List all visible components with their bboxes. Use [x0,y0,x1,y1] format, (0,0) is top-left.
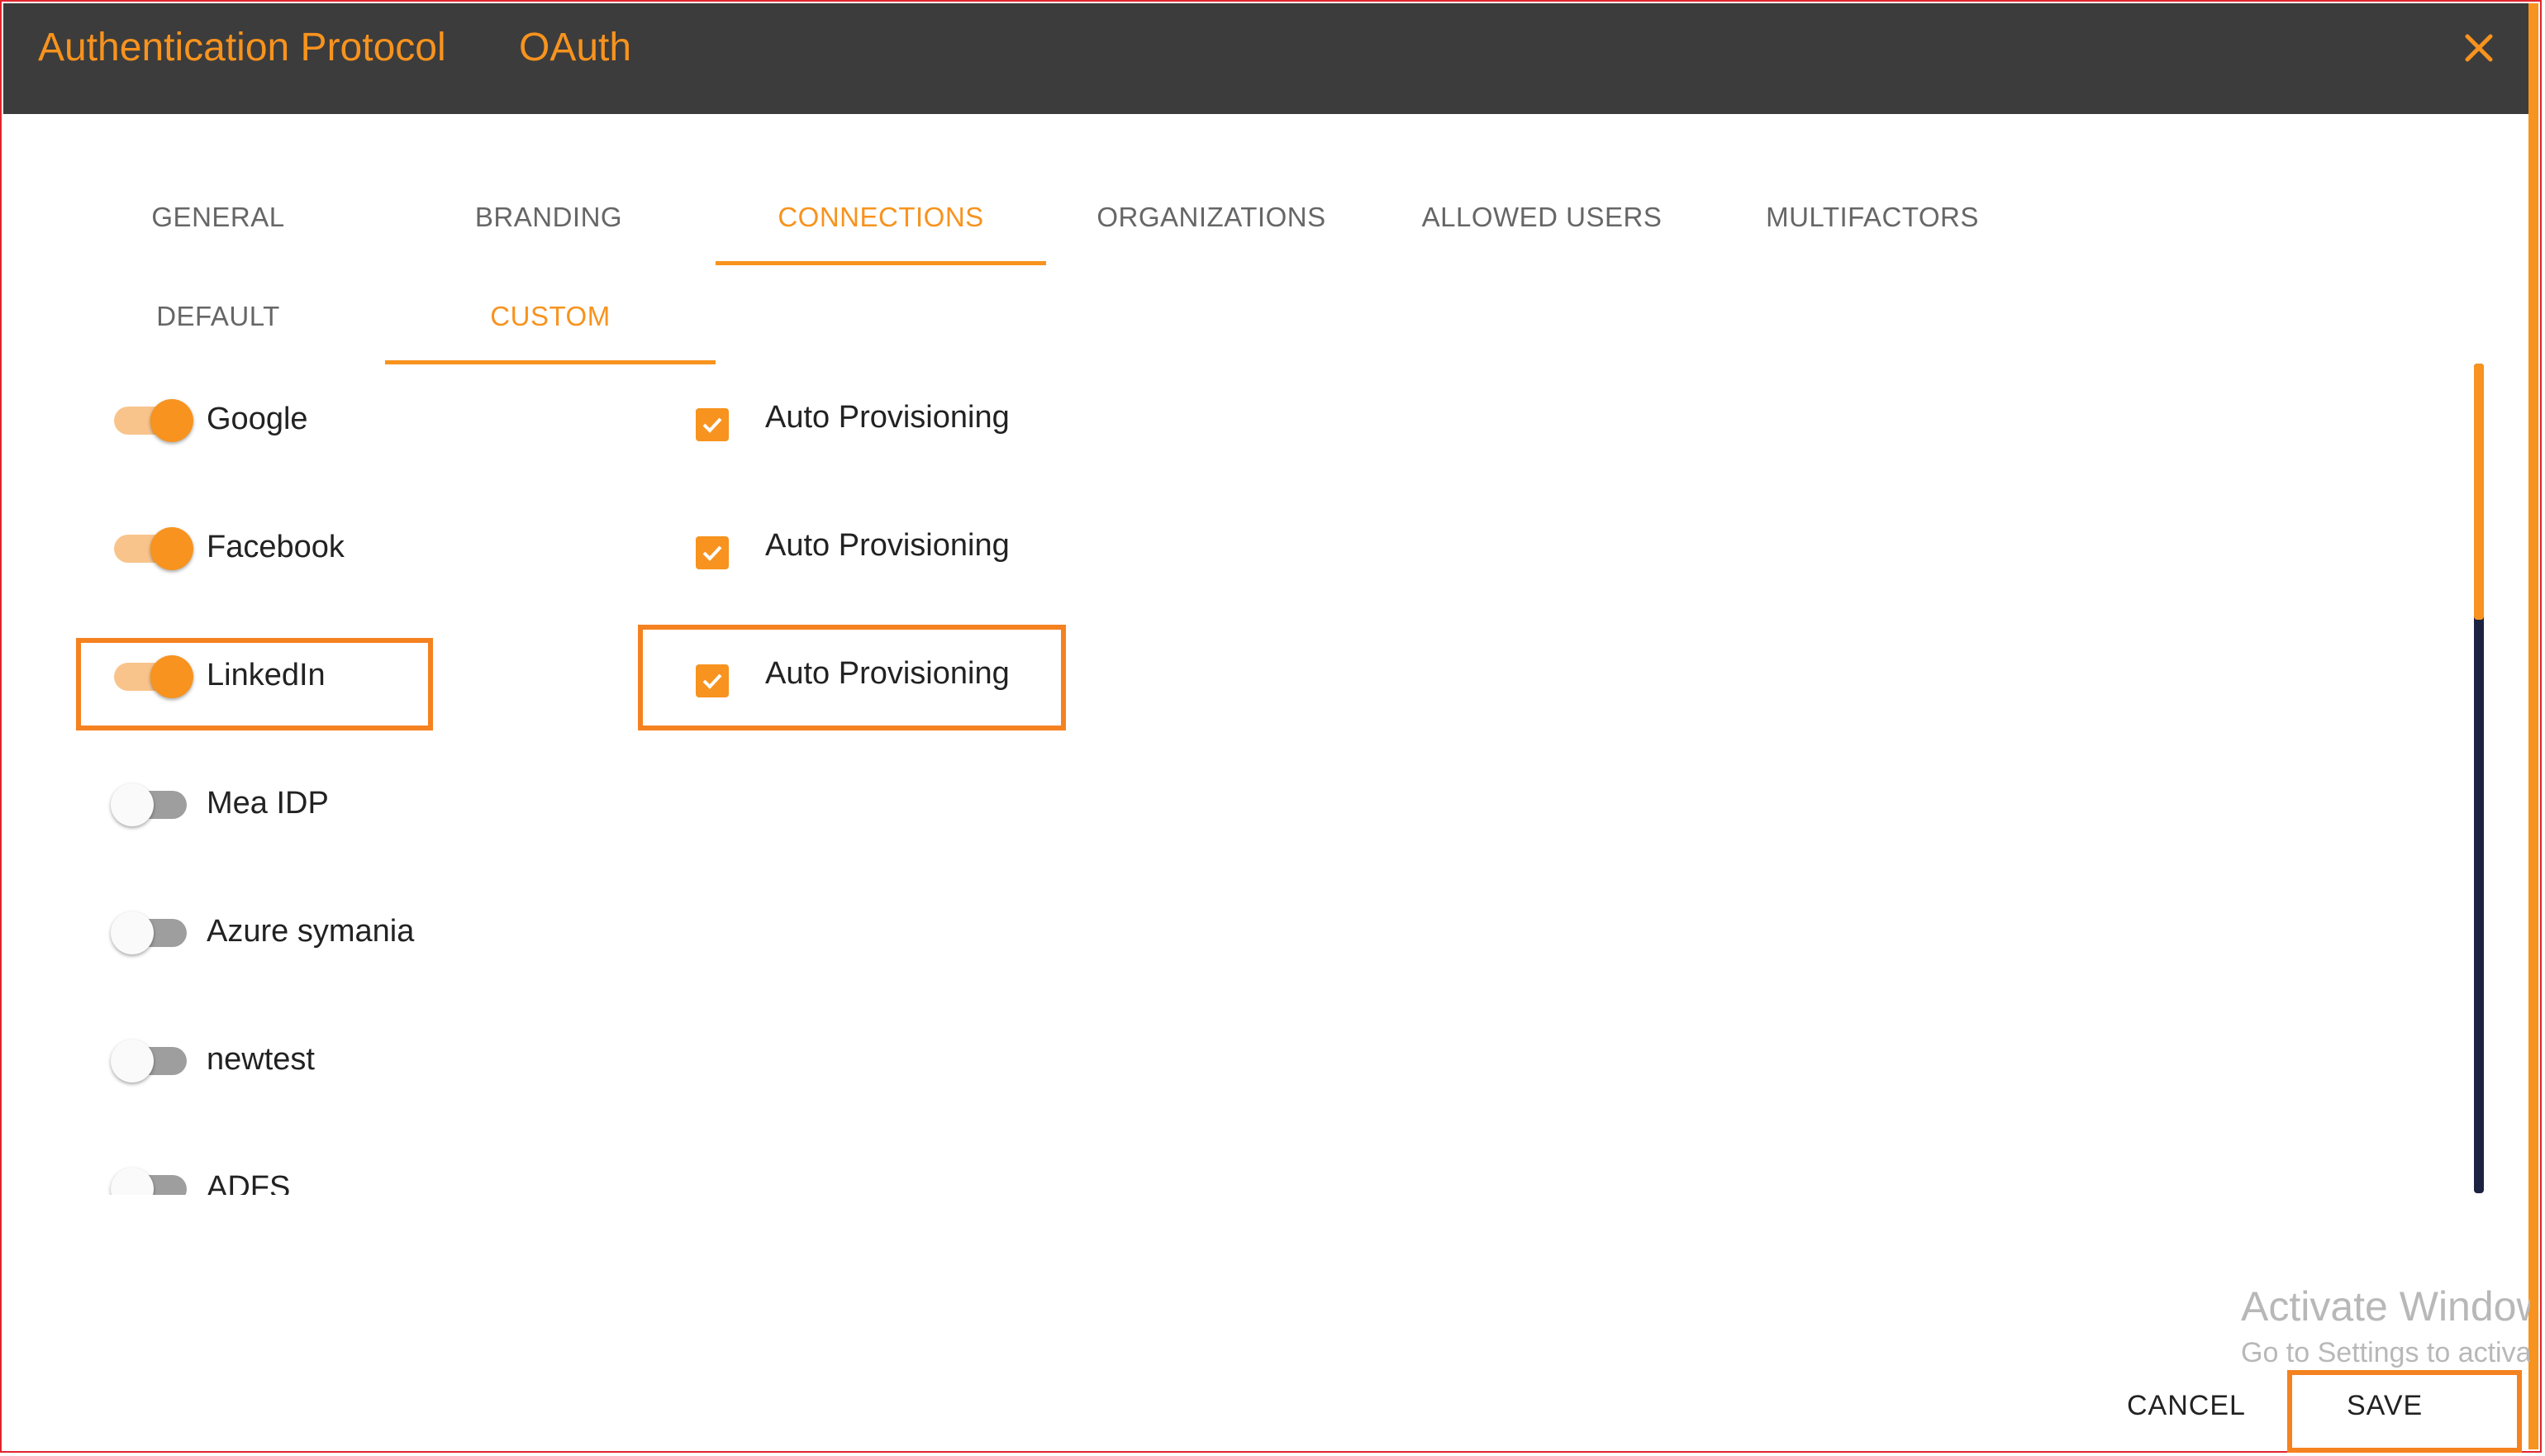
connection-row-linkedin: LinkedIn Auto Provisioning [74,628,1066,727]
connection-row-mea-idp: Mea IDP [74,756,1066,855]
newtest-toggle[interactable] [111,1040,187,1082]
auto-provisioning-checkbox[interactable] [696,664,729,697]
dialog-header: Authentication Protocol OAuth [3,3,2537,114]
tab-multifactors[interactable]: MULTIFACTORS [1707,174,2038,261]
connections-list: Google Auto Provisioning Facebook Auto P… [74,372,2471,1195]
adfs-toggle[interactable] [111,1168,187,1195]
subtab-default[interactable]: DEFAULT [53,273,383,360]
azure-symania-toggle[interactable] [111,911,187,954]
connection-name: Facebook [207,530,345,564]
tab-organizations[interactable]: ORGANIZATIONS [1046,174,1377,261]
tab-connections[interactable]: CONNECTIONS [716,174,1046,265]
activate-windows-subtext: Go to Settings to activate Windows. [2241,1337,2530,1368]
connection-name: ADFS [207,1170,291,1195]
dialog-right-edge [2528,3,2538,1449]
auto-provisioning-label: Auto Provisioning [765,656,1010,691]
connection-name: LinkedIn [207,658,326,692]
cancel-button[interactable]: CANCEL [2127,1390,2246,1422]
connection-row-facebook: Facebook Auto Provisioning [74,500,1066,599]
tab-branding[interactable]: BRANDING [383,174,714,261]
dialog-title: Authentication Protocol [38,26,446,69]
close-icon[interactable] [2456,25,2502,71]
connection-name: newtest [207,1042,315,1077]
scrollbar-thumb[interactable] [2474,364,2484,620]
connection-name: Azure symania [207,914,415,949]
auto-provisioning-label: Auto Provisioning [765,528,1010,563]
save-button[interactable]: SAVE [2347,1390,2423,1422]
subtab-custom[interactable]: CUSTOM [385,273,716,364]
linkedin-toggle[interactable] [114,655,193,698]
auto-provisioning-checkbox[interactable] [696,408,729,441]
tab-allowed-users[interactable]: ALLOWED USERS [1377,174,1707,261]
content-scrollbar[interactable] [2474,364,2484,1193]
connection-row-azure-symania: Azure symania [74,884,1066,983]
connection-name: Mea IDP [207,786,329,821]
protocol-name: OAuth [519,26,632,69]
connection-row-newtest: newtest [74,1012,1066,1111]
connection-name: Google [207,402,308,436]
connection-row-google: Google Auto Provisioning [74,372,1066,471]
connection-row-adfs: ADFS [74,1140,1066,1195]
connection-subtabs: DEFAULT CUSTOM [53,273,716,364]
facebook-toggle[interactable] [114,527,193,570]
tab-general[interactable]: GENERAL [53,174,383,261]
main-tabs: GENERAL BRANDING CONNECTIONS ORGANIZATIO… [53,174,2038,265]
auto-provisioning-label: Auto Provisioning [765,400,1010,435]
activate-windows-watermark: Activate Windows [2241,1283,2530,1330]
google-toggle[interactable] [114,399,193,442]
auto-provisioning-checkbox[interactable] [696,536,729,569]
mea-idp-toggle[interactable] [111,783,187,826]
